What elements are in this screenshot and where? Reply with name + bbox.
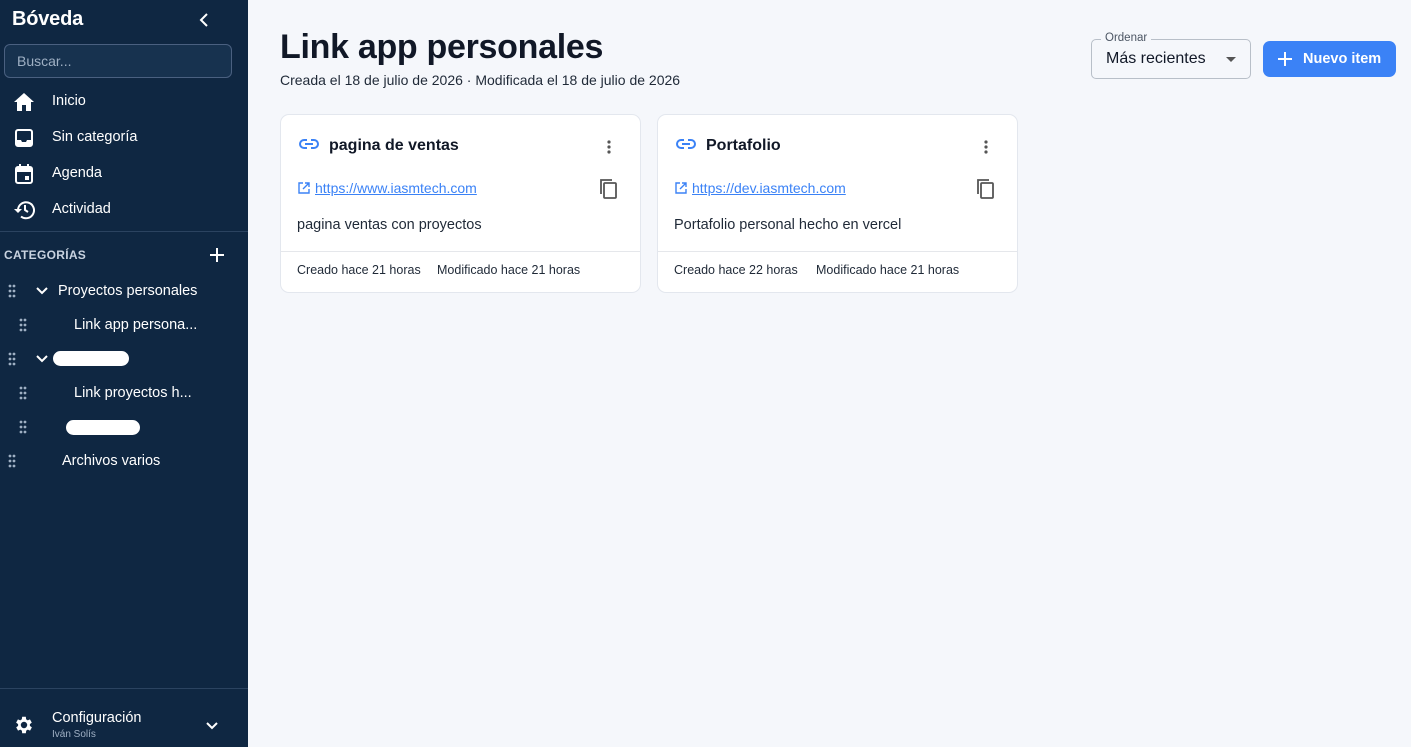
plus-icon [1278, 52, 1292, 66]
redacted-label [53, 351, 129, 366]
category-archivos-varios[interactable]: Archivos varios [0, 444, 248, 478]
item-card[interactable]: pagina de ventas https://www.iasmtech.co… [280, 114, 641, 293]
drag-handle-icon[interactable] [7, 454, 17, 468]
copy-icon[interactable] [598, 178, 618, 200]
chevron-down-icon [206, 722, 218, 730]
page-title: Link app personales [280, 28, 604, 66]
category-link-app-personales[interactable]: Link app persona... [0, 308, 248, 342]
sidebar-item-label: Actividad [52, 201, 111, 217]
new-item-label: Nuevo item [1303, 51, 1382, 67]
more-options-icon[interactable] [599, 137, 619, 157]
sidebar-item-inicio[interactable]: Inicio [0, 83, 248, 119]
category-link-proyectos[interactable]: Link proyectos h... [0, 376, 248, 410]
page-meta: Creada el 18 de julio de 2026 · Modifica… [280, 72, 681, 88]
settings-title: Configuración [52, 710, 142, 726]
external-link-icon [675, 182, 687, 194]
inbox-icon [13, 127, 35, 149]
card-modified: Modificado hace 21 horas [437, 263, 581, 277]
card-divider [281, 251, 640, 252]
chevron-down-icon[interactable] [35, 352, 49, 366]
home-icon [13, 91, 35, 113]
tree-item-label: Archivos varios [62, 453, 161, 469]
tree-item-label: Link app persona... [74, 317, 198, 333]
search-input[interactable] [4, 44, 232, 78]
category-redacted-2[interactable] [0, 410, 248, 444]
new-item-button[interactable]: Nuevo item [1263, 41, 1396, 77]
calendar-icon [13, 163, 35, 185]
sort-value: Más recientes [1106, 50, 1206, 67]
sidebar-item-label: Agenda [52, 165, 102, 181]
chevron-down-icon[interactable] [35, 284, 49, 298]
categories-header: CATEGORÍAS [4, 248, 87, 262]
sidebar-item-agenda[interactable]: Agenda [0, 155, 248, 191]
plus-icon [210, 248, 224, 262]
chevron-left-icon [199, 13, 208, 27]
app-brand: Bóveda [12, 8, 84, 30]
settings-menu[interactable]: Configuración Iván Solís [0, 688, 248, 747]
card-description: pagina ventas con proyectos [297, 217, 482, 233]
sidebar-item-actividad[interactable]: Actividad [0, 191, 248, 227]
more-options-icon[interactable] [976, 137, 996, 157]
drag-handle-icon[interactable] [7, 284, 17, 298]
gear-icon [16, 716, 32, 734]
drag-handle-icon[interactable] [18, 420, 28, 434]
card-created: Creado hace 21 horas [297, 263, 421, 277]
redacted-label [66, 420, 140, 435]
sort-label: Ordenar [1101, 32, 1152, 44]
card-url-link[interactable]: https://dev.iasmtech.com [692, 180, 846, 196]
card-url-link[interactable]: https://www.iasmtech.com [315, 180, 477, 196]
collapse-sidebar-button[interactable] [194, 10, 214, 30]
tree-item-label: Proyectos personales [58, 283, 198, 299]
sidebar-item-sin-categoria[interactable]: Sin categoría [0, 119, 248, 155]
card-created: Creado hace 22 horas [674, 263, 798, 277]
sidebar-divider [0, 231, 248, 232]
card-divider [658, 251, 1017, 252]
card-modified: Modificado hace 21 horas [816, 263, 960, 277]
user-name: Iván Solís [52, 729, 96, 740]
add-category-button[interactable] [206, 244, 228, 266]
card-description: Portafolio personal hecho en vercel [674, 217, 902, 233]
link-icon [676, 139, 696, 149]
sidebar: Bóveda Inicio Sin categoría Agenda Activ… [0, 0, 248, 747]
caret-down-icon [1226, 57, 1236, 62]
card-title: pagina de ventas [329, 137, 459, 154]
drag-handle-icon[interactable] [18, 318, 28, 332]
link-icon [299, 139, 319, 149]
card-title: Portafolio [706, 137, 781, 154]
tree-item-label: Link proyectos h... [74, 385, 192, 401]
external-link-icon [298, 182, 310, 194]
item-card[interactable]: Portafolio https://dev.iasmtech.com Port… [657, 114, 1018, 293]
category-proyectos-personales[interactable]: Proyectos personales [0, 274, 248, 308]
copy-icon[interactable] [975, 178, 995, 200]
history-icon [13, 199, 35, 221]
drag-handle-icon[interactable] [18, 386, 28, 400]
sidebar-item-label: Sin categoría [52, 129, 138, 145]
sidebar-item-label: Inicio [52, 93, 86, 109]
drag-handle-icon[interactable] [7, 352, 17, 366]
category-redacted[interactable] [0, 342, 248, 376]
